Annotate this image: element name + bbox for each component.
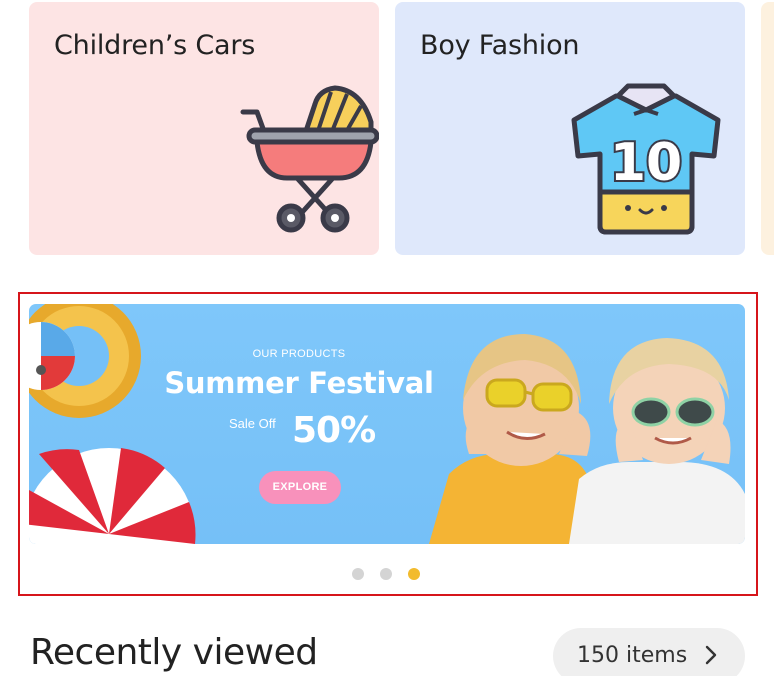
chevron-right-icon bbox=[705, 645, 717, 665]
category-card-childrens-cars[interactable]: Children’s Cars bbox=[29, 2, 379, 255]
carousel-dot-active[interactable] bbox=[408, 568, 420, 580]
carousel-dot[interactable] bbox=[380, 568, 392, 580]
explore-button[interactable]: EXPLORE bbox=[259, 471, 341, 504]
category-card-boy-fashion[interactable]: Boy Fashion 10 bbox=[395, 2, 745, 255]
banner-sale-value: 50% bbox=[292, 410, 376, 451]
carousel-dot[interactable] bbox=[352, 568, 364, 580]
category-title: Boy Fashion bbox=[420, 30, 580, 61]
banner-sale-label: Sale Off bbox=[229, 416, 276, 431]
carousel-pagination bbox=[352, 568, 432, 582]
baby-stroller-icon bbox=[240, 85, 379, 233]
football-jersey-icon: 10 bbox=[571, 83, 721, 235]
banner-title: Summer Festival bbox=[164, 366, 434, 400]
page: Children’s Cars Boy Fashion 10 OUR PRODU… bbox=[0, 0, 774, 676]
view-all-items-button[interactable]: 150 items bbox=[553, 628, 745, 676]
jersey-number: 10 bbox=[610, 133, 682, 193]
items-count: 150 items bbox=[577, 643, 688, 668]
banner-eyebrow: OUR PRODUCTS bbox=[252, 348, 346, 360]
beach-decor-image bbox=[29, 304, 196, 544]
children-photo bbox=[429, 334, 745, 544]
category-card-next[interactable] bbox=[761, 2, 774, 255]
section-title-recently-viewed: Recently viewed bbox=[30, 632, 318, 673]
category-title: Children’s Cars bbox=[54, 30, 256, 61]
promo-banner[interactable]: OUR PRODUCTS Summer Festival Sale Off 50… bbox=[29, 304, 745, 544]
